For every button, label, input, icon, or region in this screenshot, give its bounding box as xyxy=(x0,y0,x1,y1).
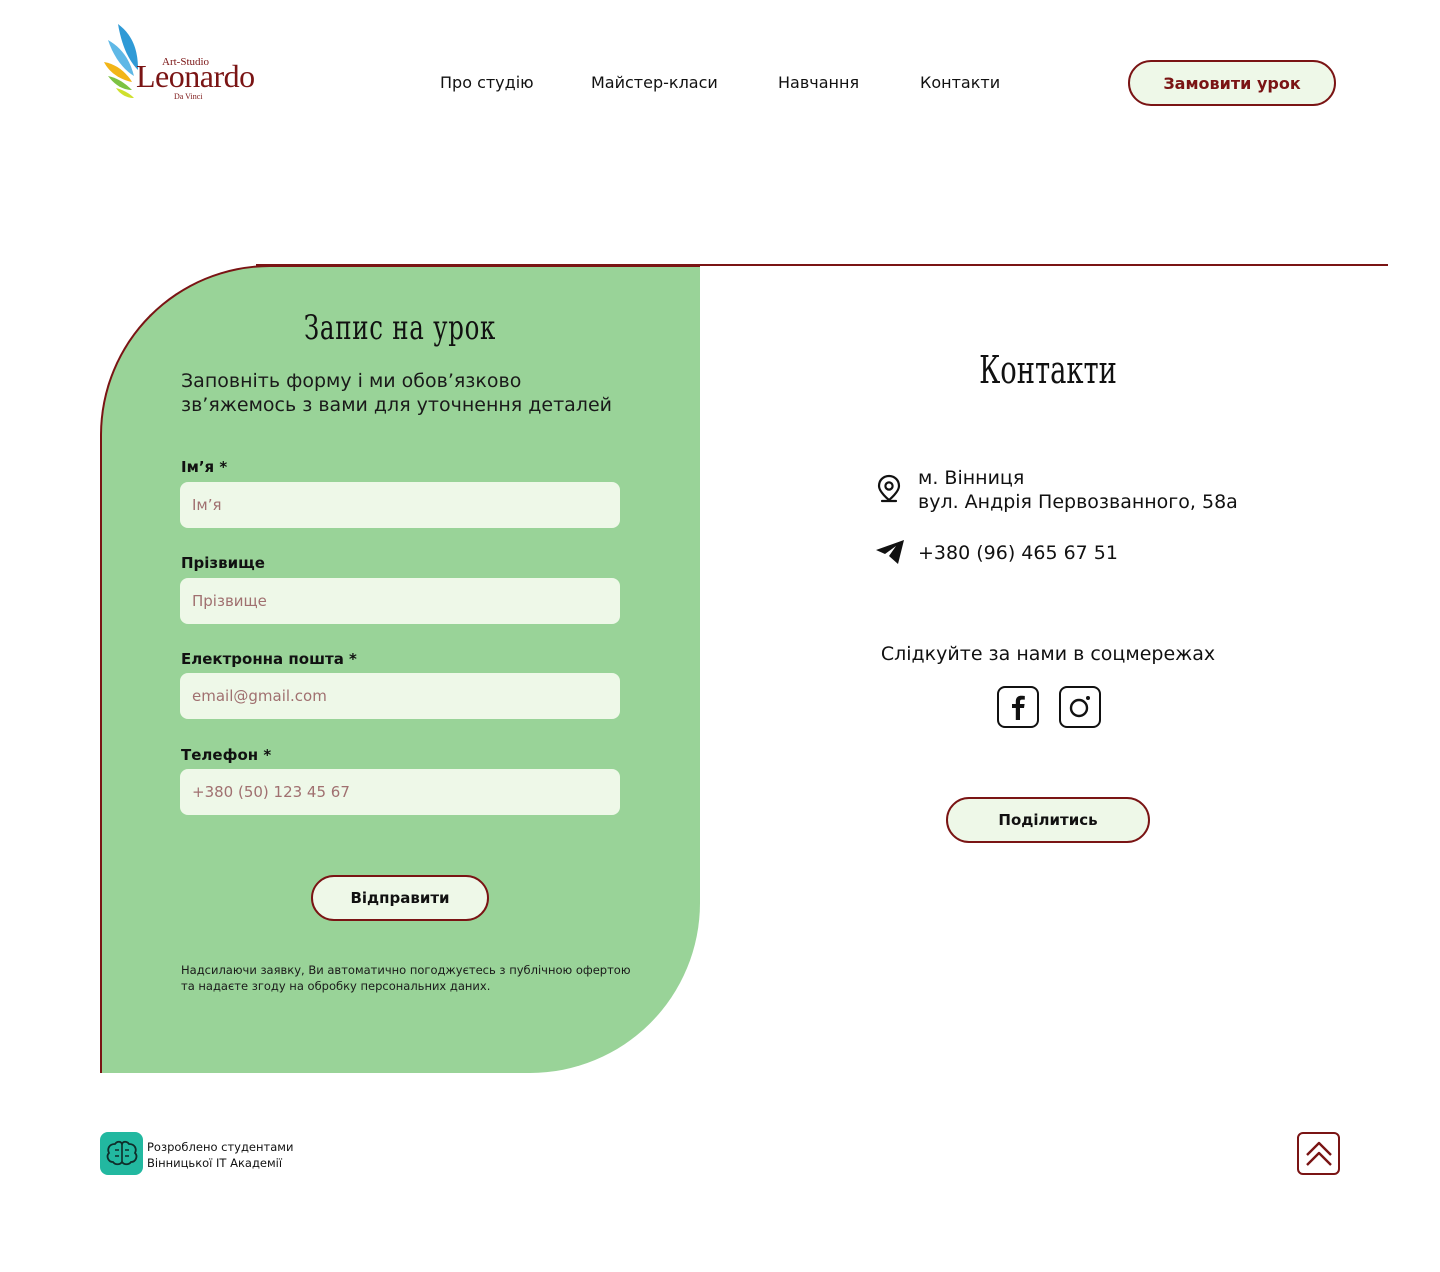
nav-item-masterclasses[interactable]: Майстер-класи xyxy=(591,73,718,92)
nav-item-contacts[interactable]: Контакти xyxy=(920,73,1000,92)
form-title: Запис на урок xyxy=(303,308,497,348)
address-city: м. Вінниця xyxy=(918,467,1025,489)
follow-text: Слідкуйте за нами в соцмережах xyxy=(880,643,1216,665)
developer-credit-line2: Вінницької IT Академії xyxy=(147,1156,283,1170)
location-pin-icon xyxy=(874,474,904,504)
nav-item-about[interactable]: Про студію xyxy=(440,73,534,92)
nav-item-learning[interactable]: Навчання xyxy=(778,73,859,92)
contact-phone[interactable]: +380 (96) 465 67 51 xyxy=(918,542,1118,564)
first-name-field[interactable] xyxy=(180,482,620,528)
first-name-label: Ім’я * xyxy=(181,458,228,476)
last-name-field[interactable] xyxy=(180,578,620,624)
facebook-icon[interactable] xyxy=(997,686,1039,728)
phone-label: Телефон * xyxy=(181,746,272,764)
share-button[interactable]: Поділитись xyxy=(946,797,1150,843)
instagram-icon[interactable] xyxy=(1059,686,1101,728)
consent-line2: та надаєте згоду на обробку персональних… xyxy=(181,979,491,993)
email-field[interactable] xyxy=(180,673,620,719)
telegram-icon xyxy=(874,538,906,566)
developer-credit-line1: Розроблено студентами xyxy=(147,1140,294,1154)
submit-button[interactable]: Відправити xyxy=(311,875,489,921)
logo-subtitle-text: Da Vinci xyxy=(174,92,203,101)
last-name-label: Прізвище xyxy=(181,554,265,572)
address: м. Вінниця вул. Андрія Первозванного, 58… xyxy=(918,466,1238,514)
order-lesson-button[interactable]: Замовити урок xyxy=(1128,60,1336,106)
consent-line1: Надсилаючи заявку, Ви автоматично погодж… xyxy=(181,963,631,977)
scroll-to-top-button[interactable] xyxy=(1297,1132,1340,1175)
form-subtitle-line1: Заповніть форму і ми обов’язково xyxy=(181,370,522,392)
form-subtitle: Заповніть форму і ми обов’язково зв’яжем… xyxy=(181,369,641,417)
form-subtitle-line2: зв’яжемось з вами для уточнення деталей xyxy=(181,394,612,416)
logo-brand-text: Leonardo xyxy=(136,58,255,94)
logo[interactable]: Art-Studio Leonardo Da Vinci xyxy=(104,22,260,104)
chevron-up-double-icon xyxy=(1305,1141,1332,1166)
phone-field[interactable] xyxy=(180,769,620,815)
consent-text: Надсилаючи заявку, Ви автоматично погодж… xyxy=(181,962,631,994)
email-label: Електронна пошта * xyxy=(181,650,357,668)
address-street: вул. Андрія Первозванного, 58а xyxy=(918,491,1238,513)
developer-credit: Розроблено студентами Вінницької IT Акад… xyxy=(147,1139,293,1171)
contacts-title: Контакти xyxy=(979,348,1117,392)
brain-logo-icon[interactable] xyxy=(100,1132,143,1175)
